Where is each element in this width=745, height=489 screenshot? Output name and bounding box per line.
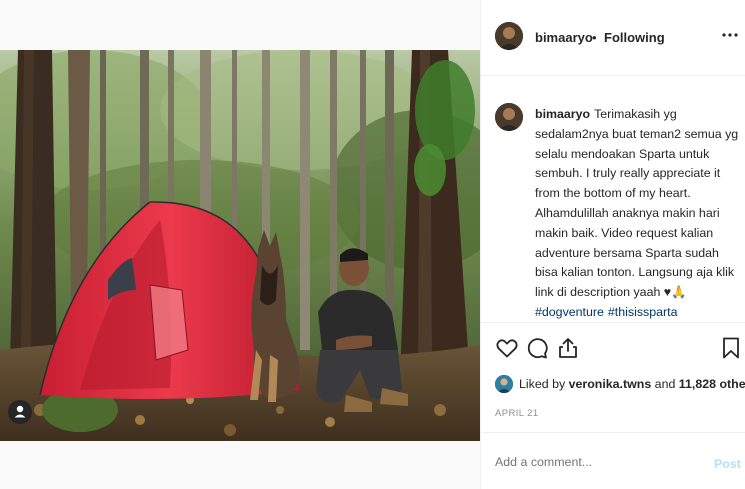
save-button[interactable] — [719, 336, 743, 360]
hashtag-link[interactable]: #dogventure — [535, 305, 604, 319]
like-button[interactable] — [495, 336, 519, 360]
post-side-panel: bimaaryo • Following bimaaryo Terimakasi… — [480, 0, 745, 489]
camping-photo — [0, 50, 480, 441]
header-separator: • — [592, 30, 597, 45]
post-caption: bimaaryo Terimakasih yg sedalam2nya buat … — [535, 105, 740, 322]
share-icon — [559, 338, 577, 358]
likes-prefix: Liked by — [519, 377, 569, 391]
ellipsis-icon — [722, 33, 738, 37]
post-dialog: bimaaryo • Following bimaaryo Terimakasi… — [0, 0, 745, 489]
comment-input[interactable] — [495, 455, 695, 469]
likes-text: Liked by veronika.twns and 11,828 others — [519, 377, 745, 391]
bookmark-icon — [723, 337, 739, 359]
liker-username[interactable]: veronika.twns — [569, 377, 652, 391]
liker-avatar[interactable] — [495, 375, 513, 393]
tagged-people-button[interactable] — [8, 400, 32, 424]
post-date[interactable]: APRIL 21 — [495, 408, 539, 419]
share-button[interactable] — [556, 336, 580, 360]
likes-count[interactable]: 11,828 others — [679, 377, 745, 391]
following-button[interactable]: Following — [604, 30, 665, 45]
avatar[interactable] — [495, 22, 523, 50]
likes-summary: Liked by veronika.twns and 11,828 others — [495, 374, 745, 396]
caption-username[interactable]: bimaaryo — [535, 107, 590, 121]
caption-hashtags: #dogventure #thisissparta — [535, 303, 740, 322]
heart-icon — [496, 339, 518, 358]
hashtag-link[interactable]: #thisissparta — [608, 305, 678, 319]
action-bar — [481, 322, 745, 368]
person-icon — [14, 405, 26, 418]
comments-area[interactable]: bimaaryo Terimakasih yg sedalam2nya buat … — [481, 77, 745, 322]
comment-icon — [527, 338, 548, 359]
more-options-button[interactable] — [721, 27, 739, 43]
post-photo[interactable] — [0, 50, 480, 441]
post-header: bimaaryo • Following — [481, 0, 745, 76]
caption-text: Terimakasih yg sedalam2nya buat teman2 s… — [535, 107, 739, 300]
comment-button[interactable] — [525, 336, 549, 360]
caption-avatar[interactable] — [495, 103, 523, 131]
likes-middle: and — [651, 377, 679, 391]
post-media — [0, 0, 480, 489]
post-comment-button[interactable]: Post — [714, 457, 741, 471]
header-username[interactable]: bimaaryo — [535, 30, 593, 45]
comment-composer: Post — [481, 432, 745, 489]
